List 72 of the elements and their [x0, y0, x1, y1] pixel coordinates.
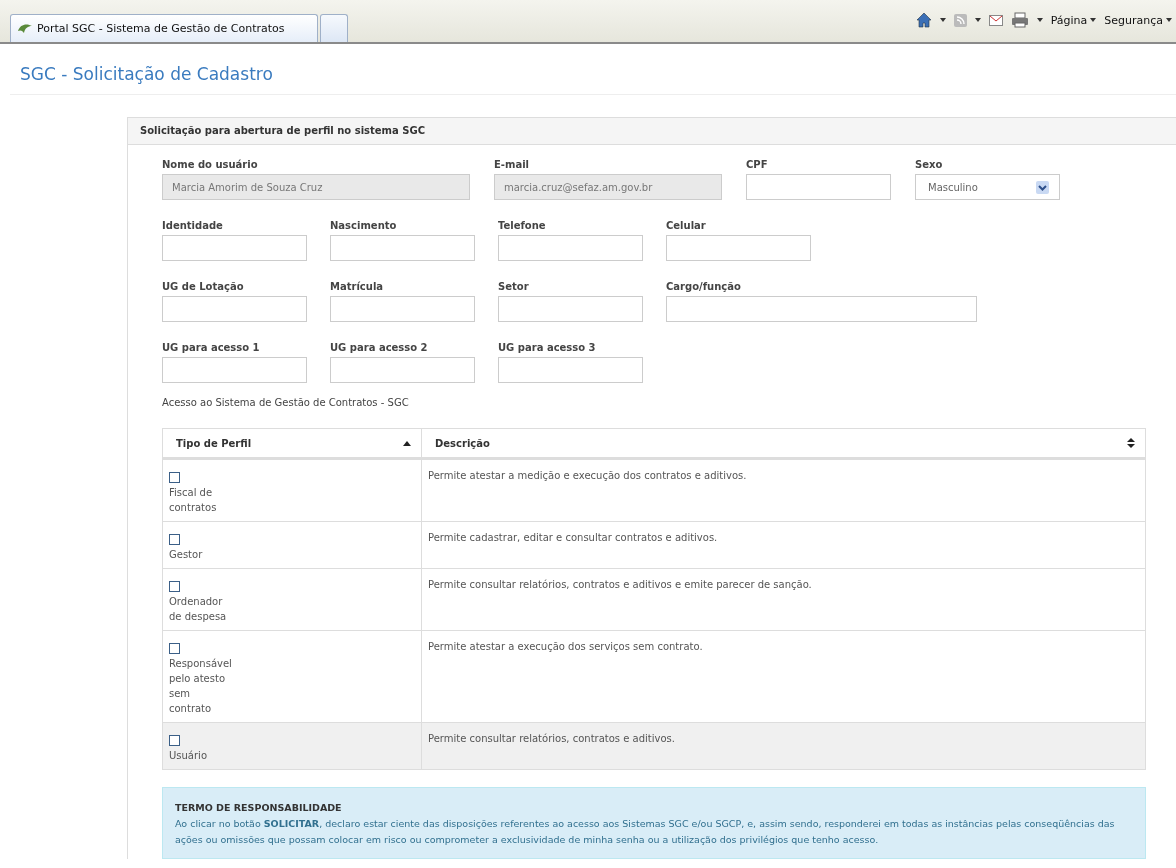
table-row[interactable]: Usuário Permite consultar relatórios, contratos e aditivos. [162, 722, 1146, 770]
table-cell: Permite cadastrar, editar e consultar contratos e aditivos. [421, 521, 1146, 569]
field-label: UG para acesso 1 [162, 342, 261, 353]
text-field[interactable] [498, 357, 643, 383]
table-cell: Permite atestar a execução dos serviços sem contrato. [421, 630, 1146, 723]
site-icon [17, 23, 33, 34]
caret-icon [974, 18, 981, 22]
checkbox[interactable] [169, 643, 180, 654]
text-field[interactable] [330, 296, 475, 322]
panel-header: Solicitação para abertura de perfil no sistema SGC [128, 118, 1176, 145]
browser-tab[interactable] [320, 14, 348, 42]
column-title: Descrição [435, 437, 490, 449]
checkbox[interactable] [169, 735, 180, 746]
text-field[interactable] [162, 357, 307, 383]
text-field[interactable] [498, 296, 643, 322]
table-cell: Permite consultar relatórios, contratos e aditivos. [421, 722, 1146, 770]
field-label: CPF [746, 159, 769, 170]
field-label: UG de Lotação [162, 281, 245, 292]
sort-ascending-icon[interactable] [403, 440, 411, 446]
table-cell: Permite consultar relatórios, contratos e aditivos e emite parecer de sanção. [421, 568, 1146, 631]
browser-tab[interactable]: Portal SGC - Sistema de Gestão de Contratos [10, 14, 318, 42]
notice-title: TERMO DE RESPONSABILIDADE [175, 801, 343, 815]
table-row[interactable]: Fiscal de contratos Permite atestar a medição e execução dos contratos e aditivos. [162, 458, 1146, 522]
section-label: Acesso ao Sistema de Gestão de Contratos - SGC [162, 397, 410, 408]
field-label: Identidade [162, 220, 224, 231]
caret-icon [1166, 18, 1172, 22]
menu-button[interactable]: Página [1050, 13, 1097, 27]
field-label: E-mail [494, 159, 530, 170]
field-label: UG para acesso 3 [498, 342, 597, 353]
dropdown[interactable]: Masculino [915, 174, 1060, 200]
field-label: Sexo [915, 159, 944, 170]
page-title: SGC - Solicitação de Cadastro [10, 44, 1176, 95]
table-cell: Permite atestar a medição e execução dos contratos e aditivos. [421, 458, 1146, 522]
profile-label: Fiscal de contratos [169, 486, 218, 515]
table-row[interactable]: Responsável pelo atesto sem contrato Permite atestar a execução dos serviços sem contrato. [162, 630, 1146, 723]
chevron-down-icon [1036, 180, 1049, 194]
text-field[interactable] [746, 174, 891, 200]
printer-icon[interactable] [1010, 12, 1029, 28]
field-label: Setor [498, 281, 530, 292]
home-icon[interactable] [915, 12, 932, 28]
field-label: Cargo/função [666, 281, 742, 292]
column-title: Tipo de Perfil [176, 437, 252, 449]
text-field[interactable] [498, 235, 643, 261]
mail-icon[interactable] [988, 14, 1003, 26]
menu-button[interactable]: Segurança [1104, 13, 1172, 27]
caret-icon [939, 18, 946, 22]
field-label: Telefone [498, 220, 547, 231]
text-field[interactable] [330, 357, 475, 383]
table-row[interactable]: Gestor Permite cadastrar, editar e consultar contratos e aditivos. [162, 521, 1146, 569]
text-field[interactable] [666, 235, 811, 261]
table-row[interactable]: Ordenador de despesa Permite consultar relatórios, contratos e aditivos e emite parecer de sanção. [162, 568, 1146, 631]
field-label: Matrícula [330, 281, 385, 292]
checkbox[interactable] [169, 534, 180, 545]
field-label: Nascimento [330, 220, 398, 231]
field-label: UG para acesso 2 [330, 342, 429, 353]
checkbox[interactable] [169, 581, 180, 592]
notice-text: Ao clicar no botão SOLICITAR, declaro estar ciente das disposições referentes ao acesso aos Sistemas SGC e/ou SGCP, e, assim sendo, responderei em todas as instâncias pelas conseqüências das ações ou omissões que possam colocar em risco ou comprometer a exclusividade de minha senha ou a utilização dos privilégios que tenho acesso. [175, 817, 1116, 847]
profile-label: Responsável pelo atesto sem contrato [169, 657, 233, 716]
profile-label: Gestor [169, 548, 204, 562]
text-field[interactable] [162, 235, 307, 261]
field-label: Celular [666, 220, 707, 231]
profile-label: Usuário [169, 749, 208, 763]
text-field[interactable] [666, 296, 977, 322]
caret-icon [1036, 18, 1043, 22]
sort-icon[interactable] [1127, 438, 1135, 448]
text-field[interactable] [162, 296, 307, 322]
checkbox[interactable] [169, 472, 180, 483]
profile-label: Ordenador de despesa [169, 595, 228, 624]
field-label: Nome do usuário [162, 159, 259, 170]
text-field[interactable] [330, 235, 475, 261]
feed-icon[interactable] [953, 13, 967, 27]
caret-icon [1090, 18, 1097, 22]
